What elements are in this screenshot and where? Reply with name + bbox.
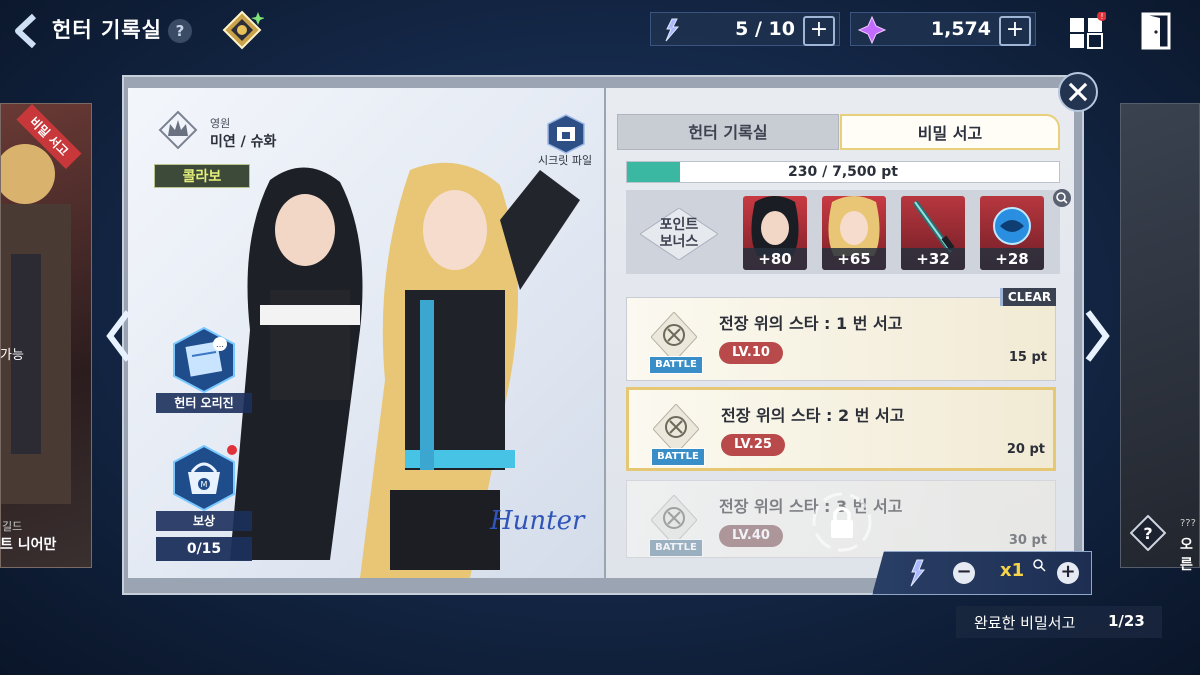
prev-hunter-name: 트 니어만 (0, 537, 57, 553)
battle-badge: BATTLE (649, 539, 703, 557)
gem-value: 1,574 (930, 18, 991, 40)
chevron-left-icon (106, 310, 131, 362)
tab-hunter-records[interactable]: 헌터 기록실 (617, 114, 839, 150)
prev-hunter-arrow[interactable] (104, 308, 134, 364)
stamina-fairy-icon (665, 18, 680, 42)
page-title: 헌터 기록실 (52, 18, 162, 42)
hunter-origin-button[interactable]: … (170, 326, 238, 394)
completed-archive-label: 완료한 비밀서고 (974, 614, 1076, 632)
mission-level: LV.10 (719, 342, 783, 364)
mission-card-2[interactable]: BATTLE 전장 위의 스타 : 2 번 서고 LV.25 20 pt (626, 387, 1056, 471)
reward-label: 보상 (156, 511, 252, 531)
secret-file-label: 시크릿 파일 (538, 154, 593, 167)
bonus-value: +32 (901, 248, 965, 270)
point-bonus-label-line2: 보너스 (659, 234, 699, 250)
svg-text:…: … (216, 340, 224, 349)
increase-button[interactable]: + (1057, 562, 1079, 584)
lock-icon (810, 490, 874, 554)
battle-swords-icon (653, 404, 699, 454)
stamina-fairy-icon (900, 556, 934, 590)
bonus-value: +65 (822, 248, 886, 270)
close-button[interactable] (1058, 72, 1098, 112)
hunter-origin-label: 헌터 오리진 (156, 393, 252, 413)
help-button[interactable]: ? (168, 19, 192, 43)
search-icon[interactable] (1052, 188, 1072, 208)
clear-tag: CLEAR (1000, 288, 1056, 306)
battle-swords-icon (651, 495, 697, 545)
bonus-item-blonde-hunter[interactable]: +65 (822, 196, 886, 270)
mission-level: LV.40 (719, 525, 783, 547)
stamina-plus-button[interactable]: + (803, 16, 835, 46)
stamina-resource: 5 / 10 + (650, 12, 840, 46)
mission-points: 20 pt (1006, 442, 1045, 457)
prev-hunter-guild: 길드 (2, 520, 23, 533)
reward-button[interactable]: M (170, 444, 238, 512)
battle-badge: BATTLE (651, 448, 705, 466)
exit-door-icon[interactable] (1140, 12, 1172, 50)
mission-points: 30 pt (1008, 533, 1047, 548)
unknown-badge-icon: ? (1129, 514, 1167, 552)
point-progress-text: 230 / 7,500 pt (788, 164, 898, 180)
bonus-value: +28 (980, 248, 1044, 270)
mission-level: LV.25 (721, 434, 785, 456)
bonus-item-weapon[interactable]: +32 (901, 196, 965, 270)
point-bonus-label: 포인트 보너스 (640, 208, 718, 260)
bonus-item-orb[interactable]: +28 (980, 196, 1044, 270)
tab-secret-archive[interactable]: 비밀 서고 (840, 114, 1060, 150)
hunter-emblem-icon[interactable] (220, 10, 265, 50)
next-hunter-arrow[interactable] (1082, 308, 1112, 364)
battle-badge: BATTLE (649, 356, 703, 374)
svg-text:!: ! (1100, 12, 1103, 21)
collab-tag: 콜라보 (154, 164, 250, 188)
origin-map-icon: … (173, 326, 235, 394)
hunter-signature: Hunter (490, 506, 585, 536)
reward-basket-icon: M (173, 444, 237, 512)
next-hunter-card[interactable] (1120, 103, 1200, 568)
bonus-value: +80 (743, 248, 807, 270)
rank-label: 영원 (210, 117, 231, 130)
stamina-value: 5 / 10 (735, 18, 795, 40)
grid-menu-icon[interactable]: ! (1068, 11, 1107, 50)
gem-icon (857, 15, 887, 45)
magnify-icon (1032, 557, 1046, 572)
svg-text:?: ? (1143, 524, 1152, 543)
prev-hunter-status: 가능 (0, 348, 24, 363)
gem-plus-button[interactable]: + (999, 16, 1031, 46)
chevron-right-icon (1085, 310, 1110, 362)
back-button[interactable] (10, 12, 44, 50)
chevron-left-icon (15, 13, 37, 49)
close-icon (1068, 82, 1088, 102)
secret-file-icon[interactable] (546, 114, 586, 154)
prev-hunter-portrait (1, 144, 71, 504)
mission-title: 전장 위의 스타 : 1 번 서고 (719, 314, 903, 333)
svg-text:M: M (201, 480, 208, 489)
decrease-button[interactable]: − (953, 562, 975, 584)
next-hunter-name: 오른 (1180, 537, 1193, 573)
mission-title: 전장 위의 스타 : 2 번 서고 (721, 406, 905, 425)
mission-points: 15 pt (1008, 350, 1047, 365)
next-hunter-unknown: ??? (1180, 518, 1196, 529)
gem-resource: 1,574 + (850, 12, 1036, 46)
point-bonus-label-line1: 포인트 (659, 217, 699, 233)
hunter-names: 미연 / 슈화 (210, 134, 277, 150)
reward-count: 0/15 (156, 537, 252, 561)
rank-crown-icon (158, 110, 198, 150)
completed-archive-count: 1/23 (1108, 612, 1145, 630)
mission-card-1[interactable]: BATTLE 전장 위의 스타 : 1 번 서고 LV.10 15 pt (626, 297, 1056, 381)
prev-hunter-card[interactable] (0, 103, 92, 568)
battle-swords-icon (651, 312, 697, 362)
quantity-value: x1 (1000, 560, 1025, 581)
bonus-item-dark-hair-hunter[interactable]: +80 (743, 196, 807, 270)
